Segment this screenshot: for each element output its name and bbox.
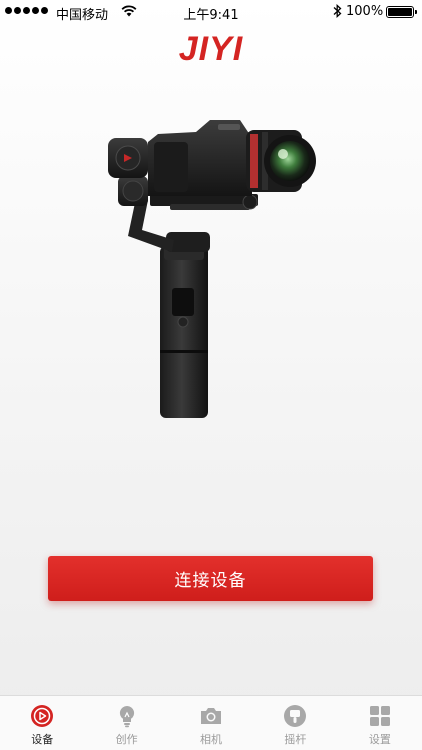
grid-icon	[369, 706, 390, 726]
tab-bar: 设备 创作 相机 摇杆 设置	[0, 695, 422, 750]
tab-camera-label: 相机	[200, 733, 223, 746]
battery-icon	[386, 6, 417, 18]
camera-icon	[201, 708, 222, 724]
tab-device-label: 设备	[31, 733, 54, 746]
tab-settings[interactable]: 设置	[338, 696, 422, 750]
bluetooth-icon	[333, 4, 342, 18]
play-circle-icon	[31, 705, 54, 727]
status-bar: 中国移动 上午9:41 100%	[0, 0, 422, 24]
tab-device[interactable]: 设备	[0, 696, 84, 750]
lightbulb-icon	[119, 705, 134, 728]
tab-create-label: 创作	[115, 733, 138, 746]
tab-camera[interactable]: 相机	[169, 696, 253, 750]
battery-percent: 100%	[346, 4, 384, 19]
tab-create[interactable]: 创作	[84, 696, 168, 750]
tab-settings-label: 设置	[368, 733, 391, 746]
brand-logo: JIYI	[178, 30, 244, 68]
gimbal-device-image	[108, 120, 316, 418]
tab-joystick[interactable]: 摇杆	[253, 696, 337, 750]
joystick-icon	[284, 705, 307, 727]
tab-joystick-label: 摇杆	[284, 733, 307, 746]
connect-device-button[interactable]: 连接设备	[48, 556, 373, 601]
